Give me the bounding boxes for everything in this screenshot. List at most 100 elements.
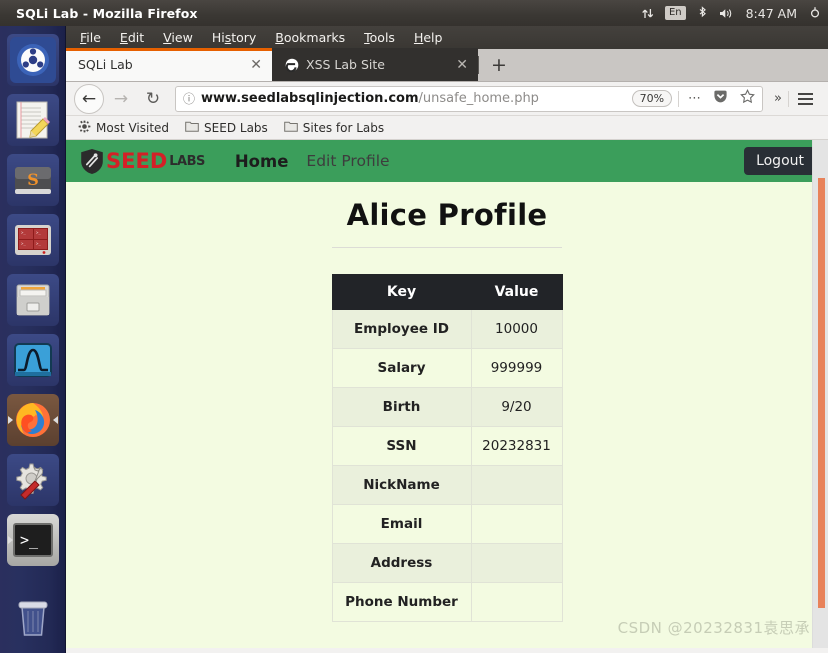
column-header-key: Key [331,274,472,310]
svg-text:>_: >_ [36,241,41,246]
unity-launcher: S >_ >_ >_ >_ >_ [0,26,66,653]
row-key: Employee ID [331,309,472,349]
power-gear-icon[interactable] [808,6,822,20]
folder-icon [185,120,199,135]
double-chevron-icon[interactable]: » [770,91,786,106]
row-key: Email [331,504,472,544]
bookmarks-toolbar: Most Visited SEED Labs Sites for Labs [66,116,828,140]
window-title: SQLi Lab - Mozilla Firefox [16,5,198,21]
launcher-sublime-text-icon[interactable]: S [6,154,59,206]
nav-link-edit-profile[interactable]: Edit Profile [306,152,389,170]
seed-shield-icon [80,148,104,175]
bookmark-label: Sites for Labs [302,120,385,135]
clock[interactable]: 8:47 AM [746,6,797,21]
star-icon[interactable] [737,89,758,108]
row-key: NickName [331,465,472,505]
launcher-trash-icon[interactable] [7,592,59,644]
site-navbar: SEED LABS Home Edit Profile Logout [66,140,828,182]
table-row: Salary 999999 [331,348,563,388]
launcher-ubuntu-dash-icon[interactable] [6,34,59,86]
launcher-terminal-pip-left [7,536,13,544]
url-host: www.seedlabsqlinjection.com [201,91,419,106]
launcher-text-editor-icon[interactable] [6,94,59,146]
forward-arrow-icon[interactable]: → [106,84,136,114]
profile-table: Key Value Employee ID 10000 Salary 99999… [331,274,563,622]
bookmark-label: SEED Labs [204,120,268,135]
tab-bar: SQLi Lab ✕ XSS Lab Site ✕ + [66,48,828,82]
url-bar[interactable]: ⓘ www.seedlabsqlinjection.com/unsafe_hom… [175,85,764,112]
new-tab-button[interactable]: + [479,55,519,75]
column-header-value: Value [470,274,563,310]
table-row: Birth 9/20 [331,387,563,427]
bookmark-sites-for-labs[interactable]: Sites for Labs [283,120,385,135]
launcher-wireshark-icon[interactable] [6,334,59,386]
bluetooth-icon[interactable] [697,6,708,20]
menu-bookmarks[interactable]: Bookmarks [275,30,345,45]
logout-button[interactable]: Logout [744,147,816,175]
tab-xss-lab-site[interactable]: XSS Lab Site ✕ [272,48,478,81]
url-text: www.seedlabsqlinjection.com/unsafe_home.… [201,91,626,106]
menu-edit[interactable]: Edit [120,30,144,45]
menu-help[interactable]: Help [414,30,443,45]
volume-icon[interactable] [719,7,735,20]
menu-history[interactable]: History [212,30,256,45]
nav-link-home[interactable]: Home [235,152,289,171]
page-title: Alice Profile [346,198,548,232]
folder-icon [283,120,298,135]
menu-tools[interactable]: Tools [364,30,395,45]
back-arrow-icon[interactable]: ← [74,83,104,114]
svg-text:S: S [27,170,39,189]
info-circle-icon[interactable]: ⓘ [183,90,195,107]
row-key: Address [331,543,472,583]
reload-icon[interactable]: ↻ [138,84,168,114]
toolbar-divider [678,90,680,107]
row-value [470,465,563,505]
launcher-focused-pip-right [52,416,58,424]
ellipsis-icon[interactable]: ⋯ [685,91,704,106]
menu-file[interactable]: File [80,30,101,45]
zoom-level-badge[interactable]: 70% [631,90,673,107]
title-divider [332,247,562,248]
table-row: NickName [331,465,563,505]
launcher-file-manager-icon[interactable] [6,274,59,326]
table-row: Email [331,504,563,544]
close-icon[interactable]: ✕ [250,58,262,72]
row-value [470,504,563,544]
pocket-icon[interactable] [710,89,731,108]
tab-label: SQLi Lab [78,57,133,72]
launcher-terminal-icon[interactable]: >_ [6,514,59,566]
network-updown-icon[interactable] [641,7,654,20]
navigation-toolbar: ← → ↻ ⓘ www.seedlabsqlinjection.com/unsa… [66,82,828,116]
row-value: 10000 [470,309,563,349]
hamburger-icon[interactable] [791,92,820,105]
table-row: Address [331,543,563,583]
svg-text:>_: >_ [21,230,26,235]
launcher-firefox-icon[interactable] [6,394,59,446]
page-scrollbar[interactable] [812,140,828,648]
toolbar-divider-2 [788,90,789,107]
bookmark-most-visited[interactable]: Most Visited [78,120,169,136]
system-tray: En 8:47 AM [641,0,822,26]
close-icon[interactable]: ✕ [456,58,468,72]
launcher-settings-tools-icon[interactable] [6,454,59,506]
menu-view[interactable]: View [163,30,193,45]
menu-bar: File Edit View History Bookmarks Tools H… [66,26,828,49]
ubuntu-top-panel: SQLi Lab - Mozilla Firefox En 8:47 AM [0,0,828,26]
page-scrollbar-thumb[interactable] [818,178,825,608]
tab-sqli-lab[interactable]: SQLi Lab ✕ [66,48,272,81]
table-row: Phone Number [331,582,563,622]
row-value [470,543,563,583]
row-value: 20232831 [470,426,563,466]
screen: SQLi Lab - Mozilla Firefox En 8:47 AM S … [0,0,828,653]
seed-labs-logo[interactable]: SEED LABS [80,148,205,175]
svg-text:>_: >_ [36,230,41,235]
table-row: SSN 20232831 [331,426,563,466]
row-key: SSN [331,426,472,466]
logo-seed-text: SEED [106,149,168,173]
bookmark-seed-labs[interactable]: SEED Labs [185,120,268,135]
row-key: Salary [331,348,472,388]
keyboard-layout-indicator[interactable]: En [664,6,686,20]
svg-text:>_: >_ [20,531,39,549]
table-row: Employee ID 10000 [331,309,563,349]
launcher-terminal-red-icon[interactable]: >_ >_ >_ >_ [6,214,59,266]
